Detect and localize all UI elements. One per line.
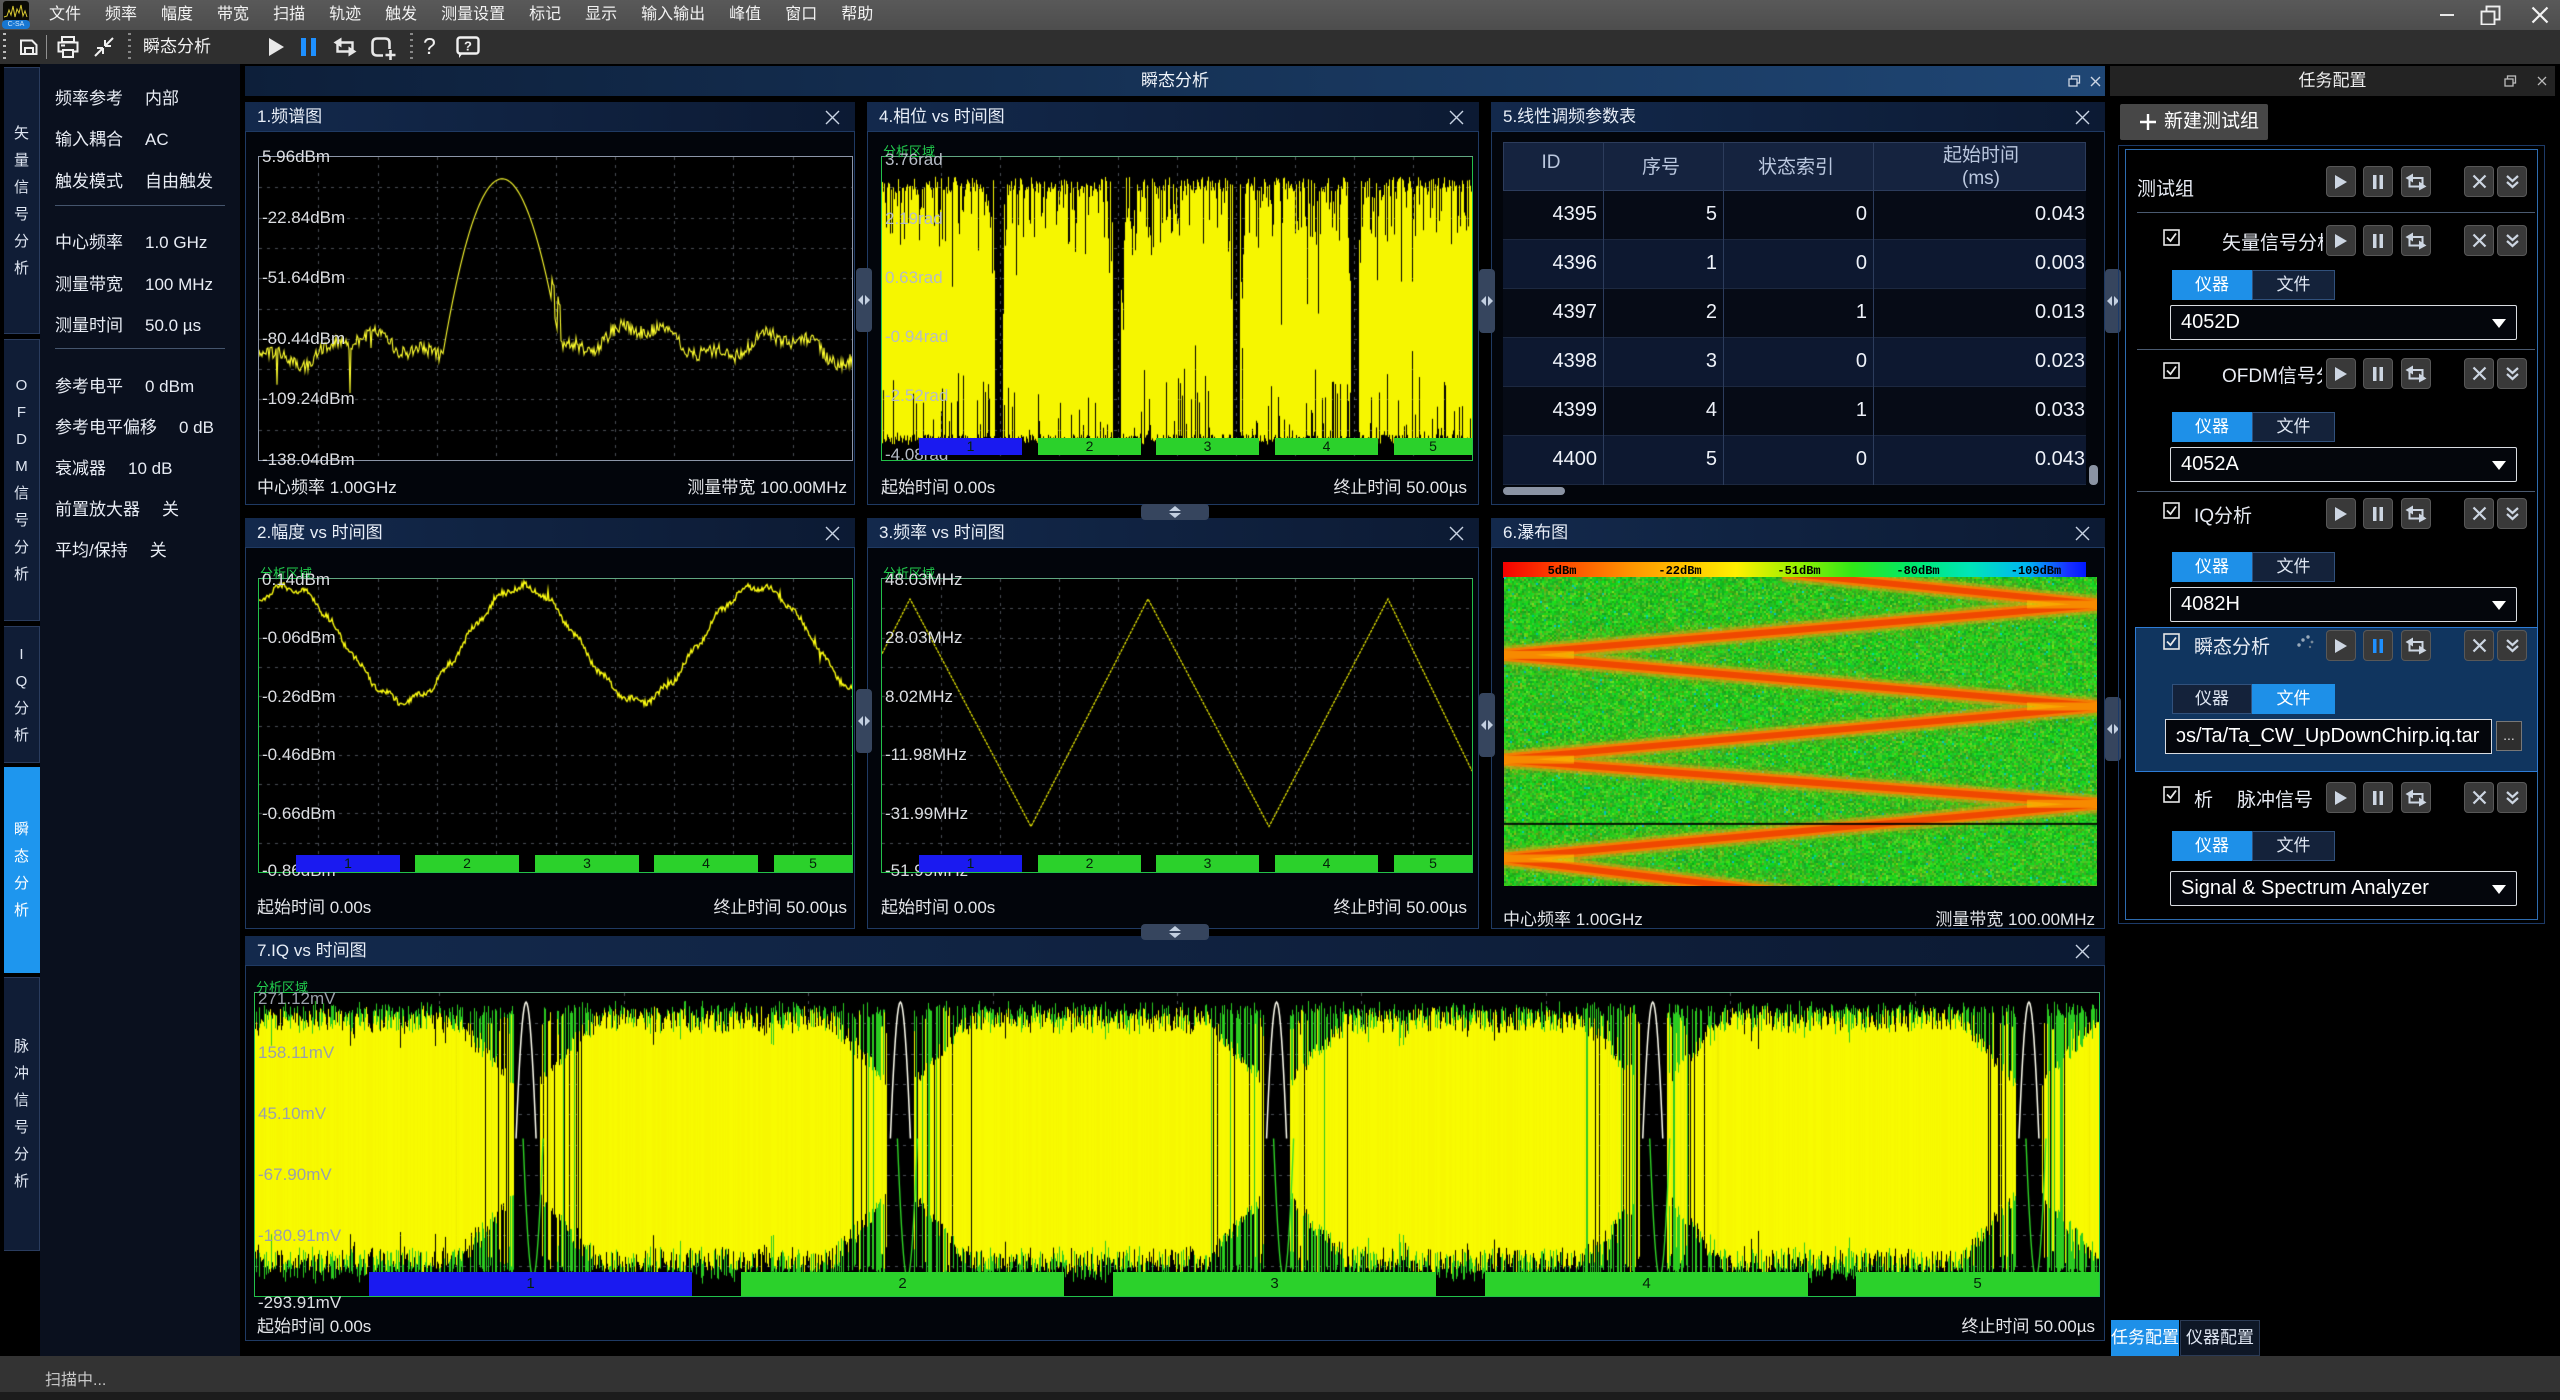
svg-text:?: ? bbox=[464, 39, 472, 54]
